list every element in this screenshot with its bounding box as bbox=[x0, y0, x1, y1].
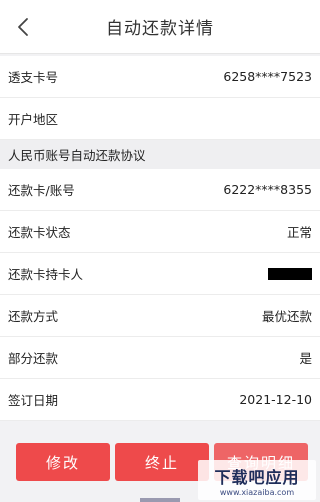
row-label: 透支卡号 bbox=[8, 70, 59, 85]
row-value: 是 bbox=[299, 351, 312, 366]
row-cardholder: 还款卡持卡人 bbox=[0, 253, 320, 295]
page-title: 自动还款详情 bbox=[106, 19, 214, 39]
row-label: 部分还款 bbox=[8, 351, 59, 366]
row-repay-method: 还款方式 最优还款 bbox=[0, 295, 320, 337]
row-label: 还款方式 bbox=[8, 309, 59, 324]
row-value: 最优还款 bbox=[261, 309, 312, 324]
details-list: 透支卡号 6258****7523 开户地区 人民币账号自动还款协议 还款卡/账… bbox=[0, 54, 320, 421]
watermark-text: 下载吧应用 bbox=[214, 467, 300, 487]
row-card-status: 还款卡状态 正常 bbox=[0, 211, 320, 253]
row-label: 签订日期 bbox=[8, 393, 59, 408]
row-account-region: 开户地区 bbox=[0, 98, 320, 140]
row-label: 开户地区 bbox=[8, 112, 59, 127]
row-repay-card: 还款卡/账号 6222****8355 bbox=[0, 169, 320, 211]
row-label: 还款卡/账号 bbox=[8, 183, 75, 198]
row-label: 还款卡状态 bbox=[8, 225, 71, 240]
stop-button[interactable]: 终止 bbox=[115, 443, 209, 481]
watermark-logo: 下载吧应用 www.xiazaiba.com bbox=[198, 460, 316, 500]
chevron-left-icon bbox=[18, 18, 28, 36]
section-header: 人民币账号自动还款协议 bbox=[0, 140, 320, 169]
row-value: 6222****8355 bbox=[223, 182, 312, 197]
row-label: 还款卡持卡人 bbox=[8, 267, 84, 282]
app-header: 自动还款详情 bbox=[0, 0, 320, 54]
back-button[interactable] bbox=[6, 10, 40, 44]
row-sign-date: 签订日期 2021-12-10 bbox=[0, 379, 320, 421]
action-bar: 修改 终止 查询明细 下载吧应用 www.xiazaiba.com bbox=[0, 428, 320, 502]
row-overdraft-card: 透支卡号 6258****7523 bbox=[0, 56, 320, 98]
home-indicator bbox=[140, 498, 180, 502]
watermark-url: www.xiazaiba.com bbox=[219, 487, 295, 497]
modify-button[interactable]: 修改 bbox=[16, 443, 110, 481]
row-value: 2021-12-10 bbox=[239, 392, 312, 407]
row-value: 6258****7523 bbox=[223, 69, 312, 84]
redacted-name bbox=[268, 267, 312, 280]
row-value: 正常 bbox=[286, 225, 312, 240]
row-partial-repay: 部分还款 是 bbox=[0, 337, 320, 379]
